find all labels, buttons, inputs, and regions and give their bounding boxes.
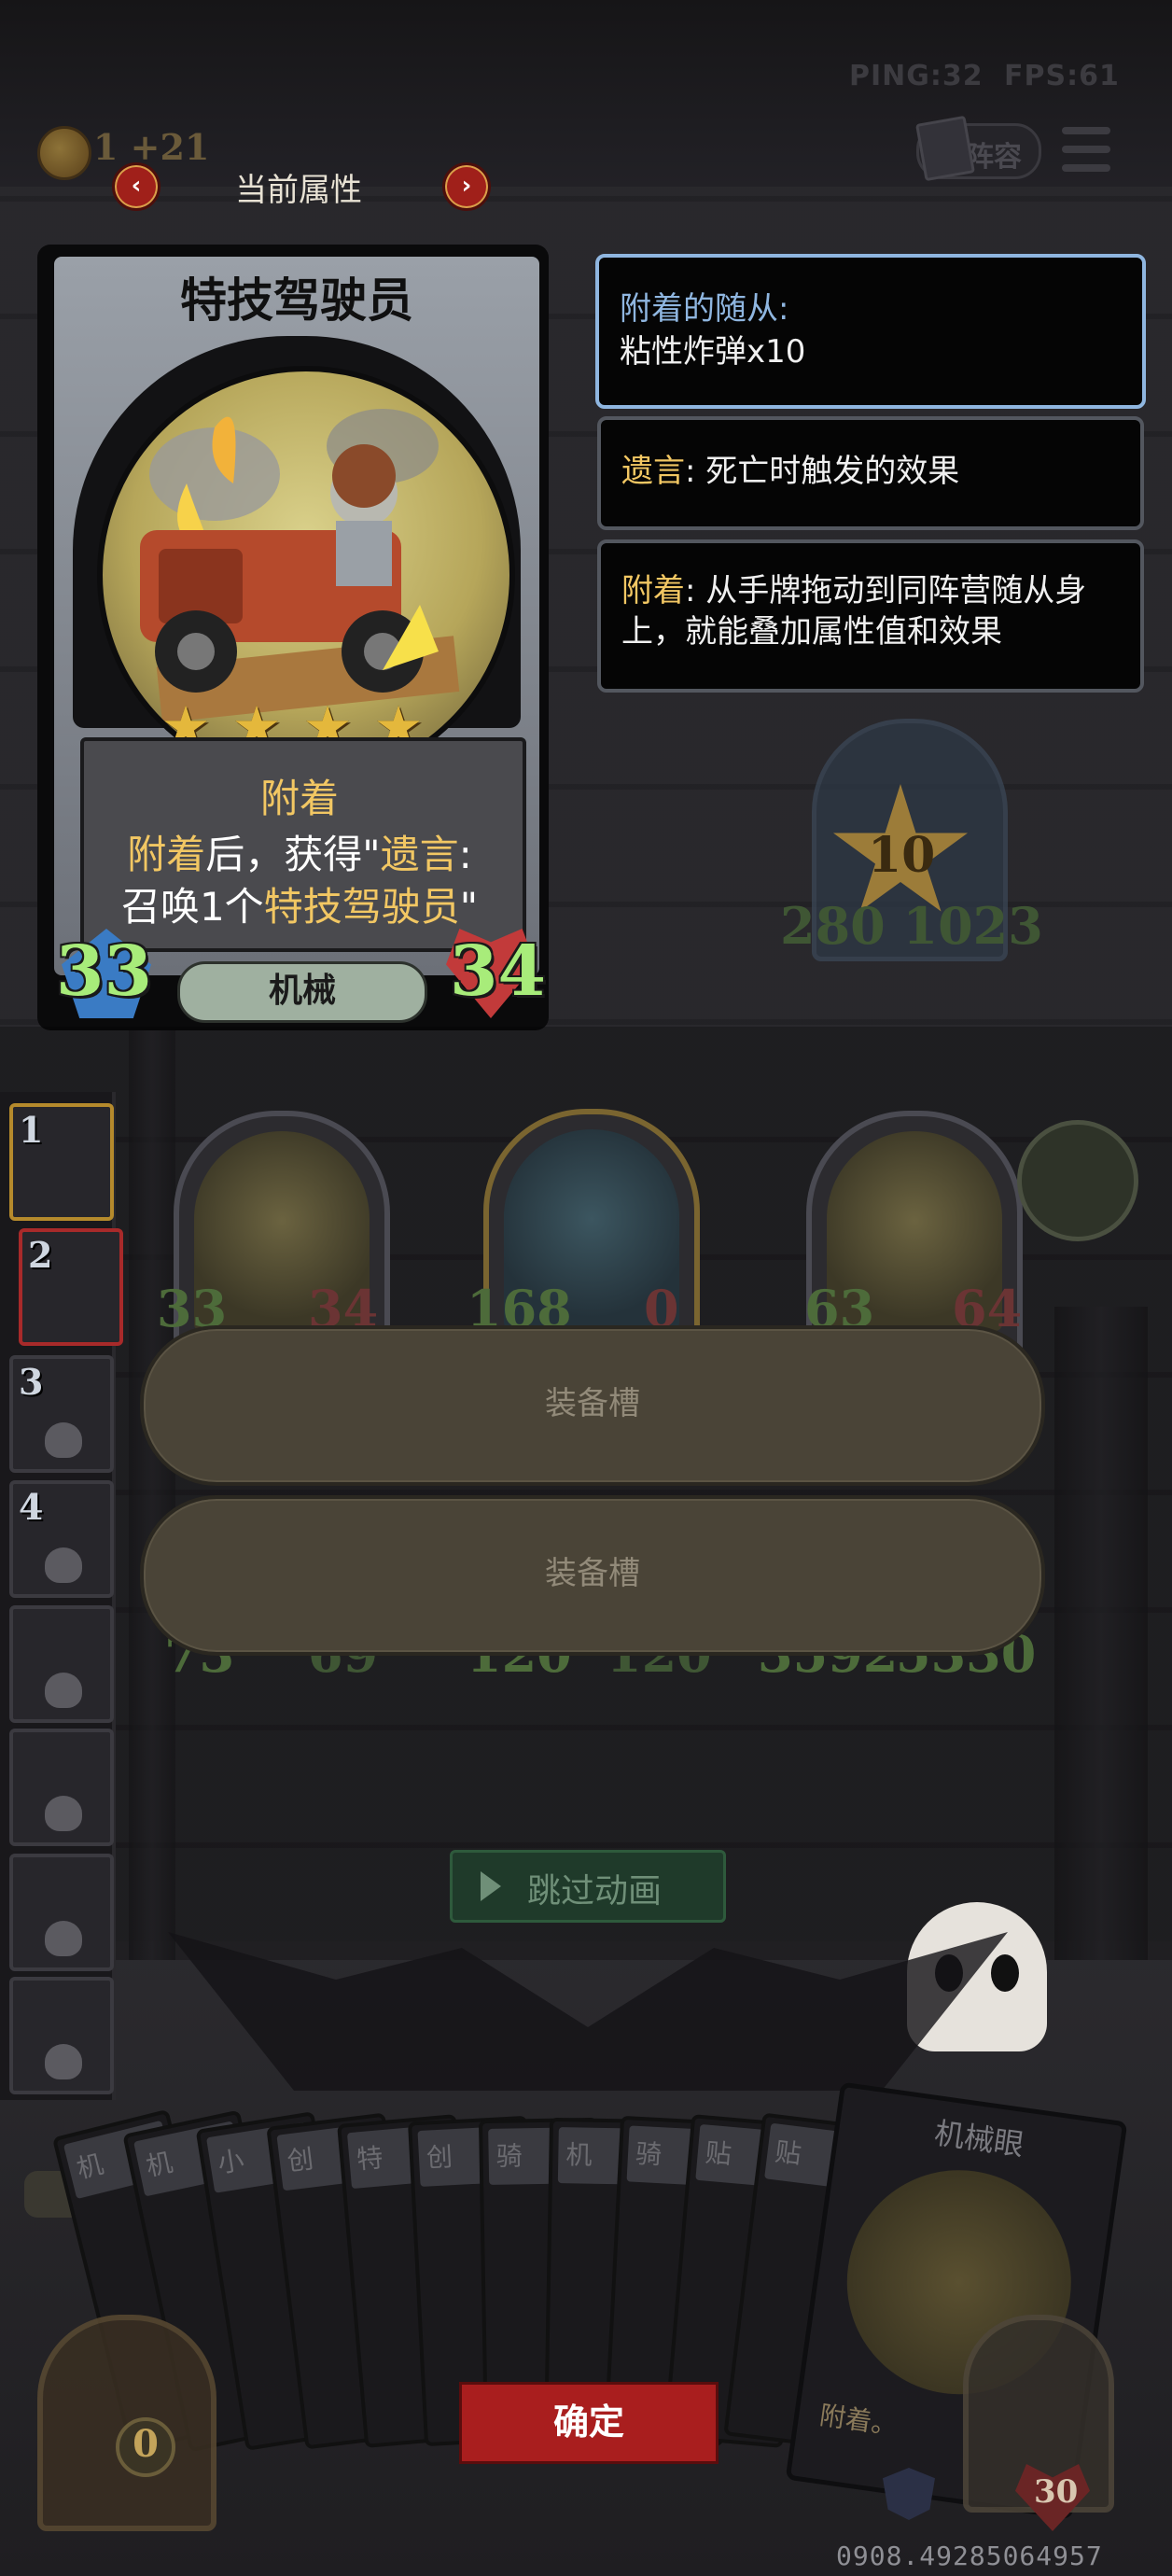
fps-readout: FPS:61 — [1004, 60, 1120, 92]
player-slot[interactable]: 4 — [9, 1480, 114, 1598]
skull-icon — [45, 1796, 82, 1831]
confirm-label: 确定 — [552, 2401, 624, 2443]
skip-animation-button[interactable]: 跳过动画 — [450, 1850, 726, 1923]
next-attribute-button[interactable]: › — [442, 162, 491, 211]
card-description-line-2: 召唤1个特技驾驶员" — [80, 875, 519, 932]
confirm-button[interactable]: 确定 — [459, 2382, 719, 2464]
keyword-deathrattle: 遗言 — [380, 832, 459, 877]
desc-text: 后，获得" — [205, 832, 381, 877]
build-code: 0908.49285064957 — [836, 2541, 1103, 2571]
attach-text-line-2: 上，就能叠加属性值和效果 — [621, 613, 1002, 651]
hero-power-icon[interactable] — [1017, 1120, 1138, 1241]
hand-card-name: 贴 — [773, 2135, 803, 2170]
keyword-attach: 附着 — [127, 832, 206, 877]
player-slot[interactable] — [9, 1729, 114, 1846]
skull-icon — [45, 2044, 82, 2079]
card-attack: 33 — [56, 931, 152, 1012]
equipment-slot-label: 装备槽 — [545, 1555, 640, 1592]
card-description-line-1: 附着后，获得"遗言: — [80, 823, 519, 880]
skip-animation-label: 跳过动画 — [527, 1872, 663, 1911]
hand-card-name: 创 — [285, 2143, 315, 2177]
attach-desc-1: : 从手牌拖动到同阵营随从身 — [685, 572, 1087, 609]
tribe-label: 机械 — [268, 972, 336, 1010]
hand-card-name: 骑 — [635, 2137, 663, 2171]
attribute-nav-title: 当前属性 — [235, 172, 362, 209]
player-slot[interactable]: 3 — [9, 1355, 114, 1473]
player-rank: 4 — [19, 1486, 44, 1528]
equipment-slot[interactable]: 装备槽 — [140, 1325, 1045, 1486]
gold-counter: 1 +21 — [93, 126, 210, 168]
deathrattle-keyword: 遗言 — [621, 453, 685, 490]
player-slot[interactable] — [9, 1977, 114, 2094]
card-name: 特技驾驶员 — [180, 273, 413, 328]
desc-text: : — [458, 832, 472, 877]
equipment-slot-label: 装备槽 — [545, 1385, 640, 1422]
deathrattle-desc: : 死亡时触发的效果 — [685, 453, 960, 490]
skull-icon — [45, 1422, 82, 1458]
prev-attribute-button[interactable]: ‹ — [112, 162, 160, 211]
hand-card-name: 机 — [565, 2139, 593, 2171]
skull-icon — [45, 1547, 82, 1583]
player-slot[interactable] — [9, 1605, 114, 1723]
card-health: 34 — [450, 931, 546, 1012]
deathrattle-tooltip: 遗言: 死亡时触发的效果 — [597, 416, 1144, 530]
player-rank: 2 — [28, 1234, 53, 1276]
player-slot[interactable]: 1 — [9, 1103, 114, 1221]
left-counter: 0 — [116, 2417, 175, 2477]
deathrattle-text: 遗言: 死亡时触发的效果 — [621, 452, 959, 491]
equipment-slot[interactable]: 装备槽 — [140, 1495, 1045, 1656]
coin-icon — [37, 126, 91, 180]
player-rank: 3 — [19, 1361, 44, 1403]
hand-card-name: 贴 — [704, 2136, 733, 2170]
hand-card-name: 创 — [426, 2141, 453, 2174]
attached-minions-title: 附着的随从: — [620, 290, 789, 328]
player-rank: 1 — [19, 1109, 44, 1151]
hero-stats: 280 1023 — [780, 896, 1043, 956]
hand-card-name: 特 — [356, 2142, 384, 2176]
featured-card-text: 附着。 — [817, 2399, 900, 2442]
player-slot[interactable]: 2 — [19, 1228, 123, 1346]
attached-minions-panel: 附着的随从: 粘性炸弹x10 — [595, 254, 1146, 409]
attach-keyword: 附着 — [621, 572, 685, 609]
player-slot[interactable] — [9, 1854, 114, 1971]
keyword-minion-name: 特技驾驶员 — [263, 884, 460, 930]
book-icon — [915, 115, 975, 182]
hero-star-level: 10 — [868, 827, 936, 884]
menu-icon[interactable] — [1062, 127, 1110, 172]
attach-tooltip: 附着: 从手牌拖动到同阵营随从身 上，就能叠加属性值和效果 — [597, 539, 1144, 693]
attach-text-line-1: 附着: 从手牌拖动到同阵营随从身 — [621, 571, 1086, 610]
card-keyword: 附着 — [259, 776, 339, 821]
desc-text: 召唤1个 — [120, 884, 264, 930]
ping-readout: PING:32 — [849, 60, 984, 92]
hand-card-name: 骑 — [495, 2140, 523, 2172]
play-skip-icon — [481, 1871, 501, 1901]
hand-card-name: 小 — [215, 2144, 246, 2179]
desc-text: " — [459, 884, 479, 930]
skull-icon — [45, 1921, 82, 1956]
hero-health: 30 — [1034, 2473, 1079, 2511]
tribe-badge: 机械 — [177, 961, 427, 1023]
attached-minions-value: 粘性炸弹x10 — [620, 333, 806, 371]
skull-icon — [45, 1673, 82, 1708]
